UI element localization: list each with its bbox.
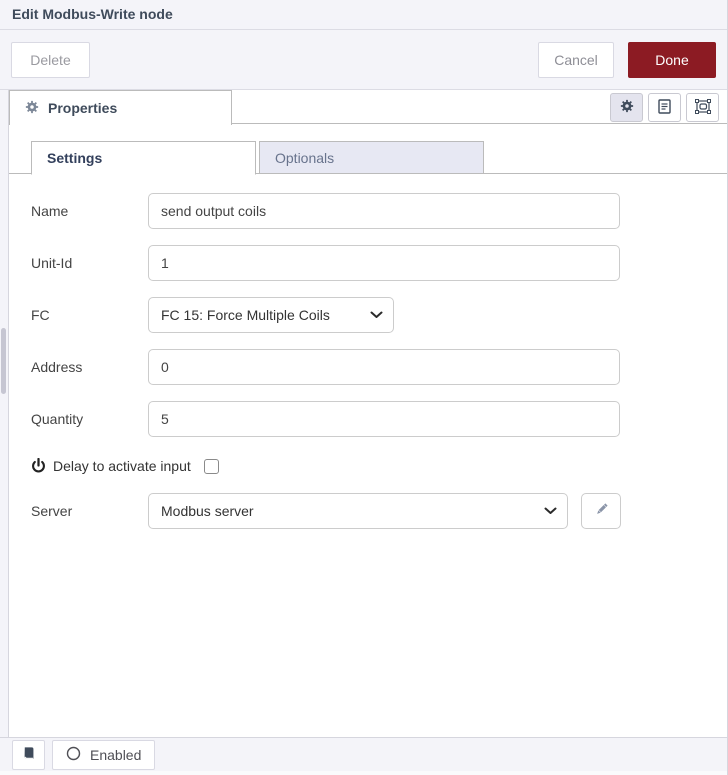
scrollbar-thumb[interactable] xyxy=(1,328,6,394)
quantity-label: Quantity xyxy=(31,411,84,427)
fc-select[interactable]: FC 15: Force Multiple Coils xyxy=(148,297,394,333)
properties-icon-button[interactable] xyxy=(610,93,643,122)
done-button[interactable]: Done xyxy=(628,41,716,78)
dialog-title: Edit Modbus-Write node xyxy=(12,6,173,22)
form-row-name: Name xyxy=(31,193,705,229)
enabled-label: Enabled xyxy=(90,746,142,763)
gear-icon xyxy=(620,99,634,116)
edit-node-dialog: Edit Modbus-Write node Delete Cancel Don… xyxy=(0,0,728,775)
tab-properties-label: Properties xyxy=(48,100,118,116)
name-input[interactable] xyxy=(148,193,620,229)
server-label: Server xyxy=(31,503,73,519)
book-icon xyxy=(22,746,35,763)
document-icon xyxy=(658,98,671,117)
description-icon-button[interactable] xyxy=(648,93,681,122)
footer: Enabled xyxy=(0,737,727,771)
dialog-actions: Cancel Done xyxy=(538,41,716,78)
address-input[interactable] xyxy=(148,349,620,385)
appearance-icon-button[interactable] xyxy=(686,93,719,122)
form-row-fc: FC FC 15: Force Multiple Coils xyxy=(31,297,705,333)
tab-optionals[interactable]: Optionals xyxy=(259,141,484,174)
server-select[interactable]: Modbus server xyxy=(148,493,568,529)
address-label: Address xyxy=(31,359,83,375)
cancel-button[interactable]: Cancel xyxy=(538,41,614,78)
edit-server-button[interactable] xyxy=(581,493,621,529)
dialog-header: Edit Modbus-Write node xyxy=(0,0,727,30)
enable-toggle-button[interactable]: Enabled xyxy=(52,739,156,770)
gear-icon xyxy=(25,100,39,117)
delay-row: Delay to activate input xyxy=(31,455,705,477)
form-row-address: Address xyxy=(31,349,705,385)
delay-label: Delay to activate input xyxy=(53,458,191,474)
quantity-input[interactable] xyxy=(148,401,620,437)
tab-settings[interactable]: Settings xyxy=(31,141,256,175)
tab-properties[interactable]: Properties xyxy=(9,90,232,125)
delay-checkbox[interactable] xyxy=(203,458,219,474)
tab-settings-label: Settings xyxy=(47,150,103,166)
appearance-icon xyxy=(694,98,711,117)
unit-id-label: Unit-Id xyxy=(31,255,73,271)
fc-label: FC xyxy=(31,307,50,323)
bottom-strip xyxy=(0,771,727,775)
delete-button[interactable]: Delete xyxy=(11,41,90,78)
pencil-icon xyxy=(594,502,609,520)
properties-tab-bar: Properties xyxy=(9,90,727,125)
power-icon xyxy=(31,457,46,474)
dialog-button-bar: Delete Cancel Done xyxy=(0,30,727,90)
form-row-unit-id: Unit-Id xyxy=(31,245,705,281)
unit-id-input[interactable] xyxy=(148,245,620,281)
editor-toolbar xyxy=(610,93,719,122)
fc-select-wrap: FC 15: Force Multiple Coils xyxy=(148,297,394,333)
name-label: Name xyxy=(31,203,69,219)
node-help-button[interactable] xyxy=(12,739,45,770)
tab-optionals-label: Optionals xyxy=(275,149,335,166)
settings-form: Name Unit-Id FC FC 15: Force Multiple Co… xyxy=(9,174,727,529)
settings-optionals-tabs: Settings Optionals xyxy=(9,141,727,175)
form-row-server: Server Modbus server xyxy=(31,493,705,529)
circle-icon xyxy=(66,746,81,764)
form-row-quantity: Quantity xyxy=(31,401,705,437)
server-select-wrap: Modbus server xyxy=(148,493,568,529)
tray-body: Properties Settings Optionals Name send … xyxy=(8,90,727,737)
